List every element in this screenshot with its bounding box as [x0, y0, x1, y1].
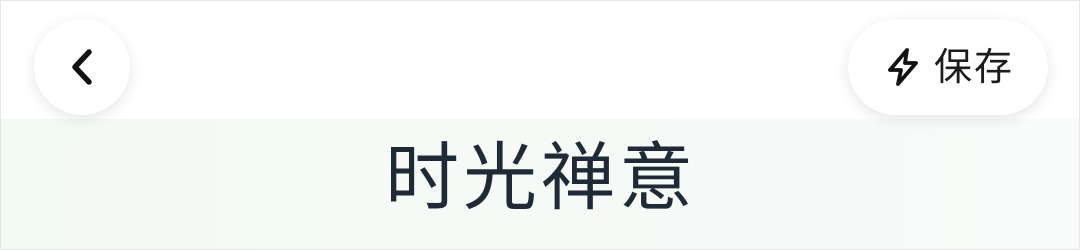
- lightning-bolt-icon: [882, 46, 924, 88]
- save-button[interactable]: 保存: [848, 19, 1048, 115]
- save-label: 保存: [933, 45, 1014, 89]
- app-screen: 保存 时光禅意: [0, 0, 1080, 250]
- chevron-left-icon: [67, 47, 97, 87]
- back-button[interactable]: [34, 19, 130, 115]
- page-title: 时光禅意: [385, 135, 697, 221]
